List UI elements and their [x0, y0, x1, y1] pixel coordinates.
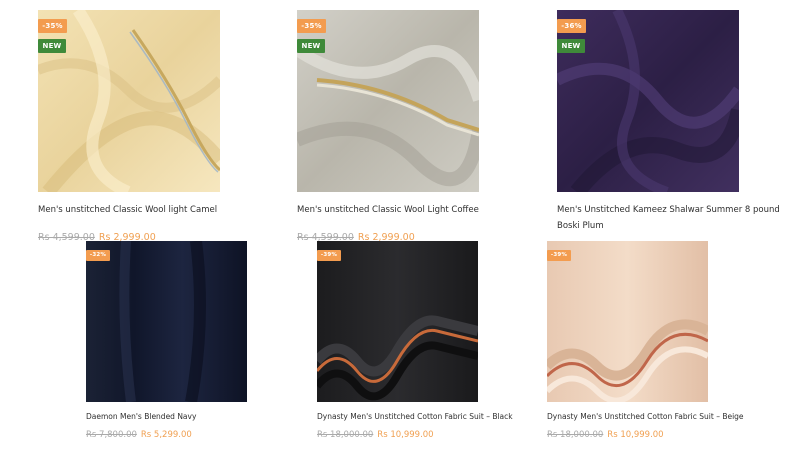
product-title[interactable]: Men's unstitched Classic Wool light Came…	[38, 202, 278, 218]
new-badge: NEW	[38, 39, 66, 53]
navy-fabric-image[interactable]: -32%	[86, 241, 247, 402]
camel-fabric-image[interactable]: -35% NEW	[38, 10, 220, 192]
old-price: Rs 7,800.00	[86, 430, 137, 440]
beige-fabric-image[interactable]: -39%	[547, 241, 708, 402]
product-card[interactable]: -39% Dynasty Men's Unstitched Cotton Fab…	[317, 241, 513, 440]
new-badge: NEW	[297, 39, 325, 53]
product-card[interactable]: -35% NEW Men's unstitched Classic Wool l…	[38, 10, 220, 243]
product-title[interactable]: Dynasty Men's Unstitched Cotton Fabric S…	[547, 409, 767, 425]
sale-price: Rs 10,999.00	[377, 430, 434, 440]
sale-price: Rs 10,999.00	[607, 430, 664, 440]
product-card[interactable]: -35% NEW Men's unstitched Classic Wool L…	[297, 10, 479, 243]
product-title[interactable]: Dynasty Men's Unstitched Cotton Fabric S…	[317, 409, 537, 425]
product-price: Rs 18,000.00 Rs 10,999.00	[317, 430, 434, 440]
black-fabric-image[interactable]: -39%	[317, 241, 478, 402]
sale-price: Rs 5,299.00	[140, 430, 192, 440]
discount-badge: -35%	[38, 19, 67, 33]
new-badge: NEW	[557, 39, 585, 53]
coffee-fabric-image[interactable]: -35% NEW	[297, 10, 479, 192]
product-card[interactable]: -32% Daemon Men's Blended Navy Rs 7,800.…	[86, 241, 247, 440]
old-price: Rs 18,000.00	[317, 430, 374, 440]
product-card[interactable]: -36% NEW Men's Unstitched Kameez Shalwar…	[557, 10, 780, 231]
discount-badge: -32%	[86, 250, 110, 261]
product-card[interactable]: -39% Dynasty Men's Unstitched Cotton Fab…	[547, 241, 744, 440]
discount-badge: -35%	[297, 19, 326, 33]
product-title[interactable]: Daemon Men's Blended Navy	[86, 409, 306, 425]
product-price: Rs 18,000.00 Rs 10,999.00	[547, 430, 664, 440]
product-title[interactable]: Men's unstitched Classic Wool Light Coff…	[297, 202, 537, 218]
plum-fabric-image[interactable]: -36% NEW	[557, 10, 739, 192]
product-price: Rs 7,800.00 Rs 5,299.00	[86, 430, 192, 440]
discount-badge: -39%	[317, 250, 341, 261]
discount-badge: -39%	[547, 250, 571, 261]
product-title[interactable]: Men's Unstitched Kameez Shalwar Summer 8…	[557, 202, 793, 234]
old-price: Rs 18,000.00	[547, 430, 604, 440]
discount-badge: -36%	[557, 19, 586, 33]
